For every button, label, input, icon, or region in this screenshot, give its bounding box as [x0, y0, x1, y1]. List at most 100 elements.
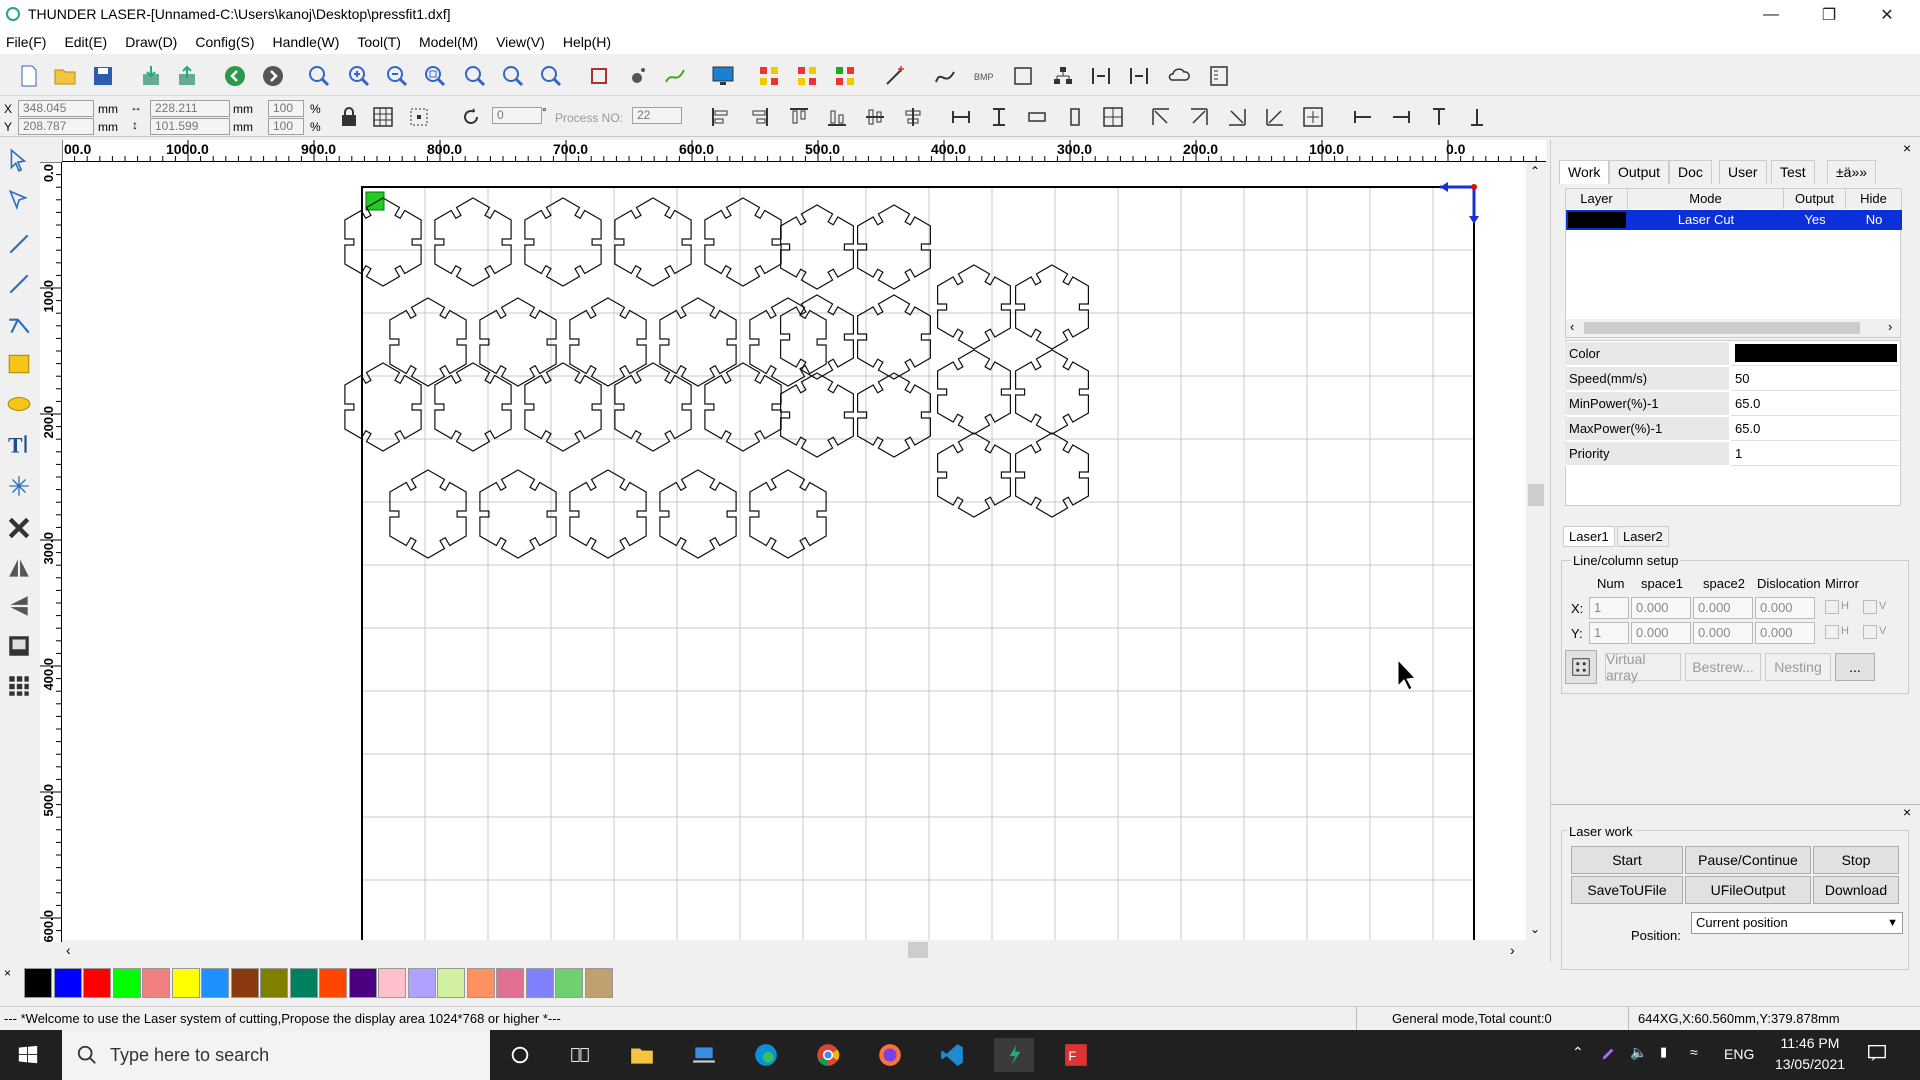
pressfit-piece[interactable]: [857, 294, 931, 380]
monitor-icon[interactable]: [708, 61, 738, 91]
pressfit-piece[interactable]: [659, 469, 737, 559]
move-bottomleft-icon[interactable]: [1260, 102, 1290, 132]
volume-icon[interactable]: 🔈: [1630, 1044, 1647, 1061]
pressfit-piece[interactable]: [780, 294, 854, 380]
frame-icon[interactable]: [584, 61, 614, 91]
x-field[interactable]: 348.045: [18, 100, 94, 117]
pressfit-piece[interactable]: [1015, 432, 1089, 518]
minimize-button[interactable]: —: [1748, 0, 1794, 30]
pressfit-piece[interactable]: [937, 432, 1011, 518]
pressfit-piece[interactable]: [659, 297, 737, 387]
zoom-out-icon[interactable]: [382, 61, 412, 91]
scroll-right-icon[interactable]: ›: [1888, 319, 1892, 334]
align-top-icon[interactable]: [784, 102, 814, 132]
lc-x-num[interactable]: 1: [1589, 597, 1629, 619]
tab-doc[interactable]: Doc: [1669, 160, 1712, 184]
stop-button[interactable]: Stop: [1813, 846, 1899, 874]
image-tool-icon[interactable]: [4, 630, 34, 662]
distribute-h-icon[interactable]: [1086, 61, 1116, 91]
pressfit-piece[interactable]: [857, 204, 931, 290]
space-left-icon[interactable]: [1348, 102, 1378, 132]
start-button[interactable]: Start: [1571, 846, 1683, 874]
mirror-v-icon[interactable]: [4, 590, 34, 622]
delete-tool-icon[interactable]: [4, 512, 34, 544]
grid-position-icon[interactable]: [368, 102, 398, 132]
palette-swatch[interactable]: [496, 968, 524, 998]
chrome-browser-icon[interactable]: [808, 1038, 848, 1072]
palette-swatch[interactable]: [142, 968, 170, 998]
array-icon[interactable]: [754, 61, 784, 91]
restore-button[interactable]: ❐: [1806, 0, 1852, 30]
cortana-icon[interactable]: [500, 1038, 540, 1072]
line-tool-icon[interactable]: [4, 228, 34, 260]
palette-swatch[interactable]: [201, 968, 229, 998]
width-field[interactable]: 228.211: [150, 100, 230, 117]
notification-icon[interactable]: [1866, 1042, 1888, 1064]
palette-swatch[interactable]: [378, 968, 406, 998]
palette-swatch[interactable]: [437, 968, 465, 998]
palette-swatch[interactable]: [525, 968, 554, 998]
lc-x-mirror-v-checkbox[interactable]: [1863, 600, 1877, 614]
zoom-fit-icon[interactable]: [536, 61, 566, 91]
vscode-icon[interactable]: [932, 1038, 972, 1072]
pause-continue-button[interactable]: Pause/Continue: [1685, 846, 1811, 874]
export-icon[interactable]: [172, 61, 202, 91]
close-button[interactable]: ✕: [1864, 0, 1910, 30]
zoom-all-icon[interactable]: [498, 61, 528, 91]
tree-icon[interactable]: [1048, 61, 1078, 91]
menu-tool[interactable]: Tool(T): [357, 34, 401, 50]
menu-file[interactable]: File(F): [6, 34, 46, 50]
smooth-icon[interactable]: [660, 61, 690, 91]
tab-work[interactable]: Work: [1559, 160, 1610, 184]
palette-swatch[interactable]: [53, 968, 82, 998]
ufile-output-button[interactable]: UFileOutput: [1685, 876, 1811, 904]
pressfit-piece[interactable]: [1015, 264, 1089, 350]
tab-transform[interactable]: ±ä»»: [1827, 160, 1877, 184]
array-tool-icon[interactable]: [4, 670, 34, 702]
array-copy-icon[interactable]: [792, 61, 822, 91]
import-icon[interactable]: [136, 61, 166, 91]
palette-swatch[interactable]: [171, 968, 200, 998]
lc-x-mirror-h-checkbox[interactable]: [1825, 600, 1839, 614]
pressfit-piece[interactable]: [704, 197, 782, 287]
align-right-icon[interactable]: [744, 102, 774, 132]
cut-shapes[interactable]: [344, 197, 1089, 559]
pressfit-piece[interactable]: [389, 469, 467, 559]
more-button[interactable]: ...: [1835, 653, 1875, 681]
scale-y-field[interactable]: 100: [268, 118, 304, 135]
point-tool-icon[interactable]: [4, 470, 34, 502]
position-select[interactable]: Current position ▼: [1691, 912, 1903, 934]
prop-value[interactable]: 65.0: [1731, 417, 1899, 441]
lc-x-space1[interactable]: 0.000: [1631, 597, 1691, 619]
laptop-app-icon[interactable]: [684, 1038, 724, 1072]
zoom-in-icon[interactable]: [344, 61, 374, 91]
palette-close-icon[interactable]: ×: [4, 966, 11, 980]
prop-value[interactable]: [1731, 342, 1899, 366]
pressfit-piece[interactable]: [749, 469, 827, 559]
pressfit-piece[interactable]: [614, 197, 692, 287]
layer-table-hscroll[interactable]: ‹ ›: [1566, 319, 1900, 337]
pen-icon[interactable]: [1600, 1046, 1616, 1062]
firefox-browser-icon[interactable]: [870, 1038, 910, 1072]
array-nest-icon[interactable]: [830, 61, 860, 91]
palette-swatch[interactable]: [83, 968, 111, 998]
prop-value[interactable]: 50: [1731, 367, 1899, 391]
palette-swatch[interactable]: [289, 968, 318, 998]
palette-swatch[interactable]: [348, 968, 377, 998]
palette-swatch[interactable]: [584, 968, 613, 998]
menu-edit[interactable]: Edit(E): [64, 34, 107, 50]
pressfit-piece[interactable]: [857, 372, 931, 458]
lc-y-mirror-v-checkbox[interactable]: [1863, 625, 1877, 639]
distribute-v-icon[interactable]: [1124, 61, 1154, 91]
zoom-page-icon[interactable]: [420, 61, 450, 91]
new-file-icon[interactable]: [14, 61, 44, 91]
lc-y-space1[interactable]: 0.000: [1631, 622, 1691, 644]
rectangle-tool-icon[interactable]: [4, 348, 34, 380]
download-button[interactable]: Download: [1813, 876, 1899, 904]
pressfit-piece[interactable]: [524, 197, 602, 287]
ellipse-tool-icon[interactable]: [4, 388, 34, 420]
tray-chevron-up-icon[interactable]: ⌃: [1572, 1044, 1584, 1061]
move-bottomright-icon[interactable]: [1222, 102, 1252, 132]
output-cloud-icon[interactable]: [1164, 61, 1194, 91]
pressfit-piece[interactable]: [937, 349, 1011, 435]
